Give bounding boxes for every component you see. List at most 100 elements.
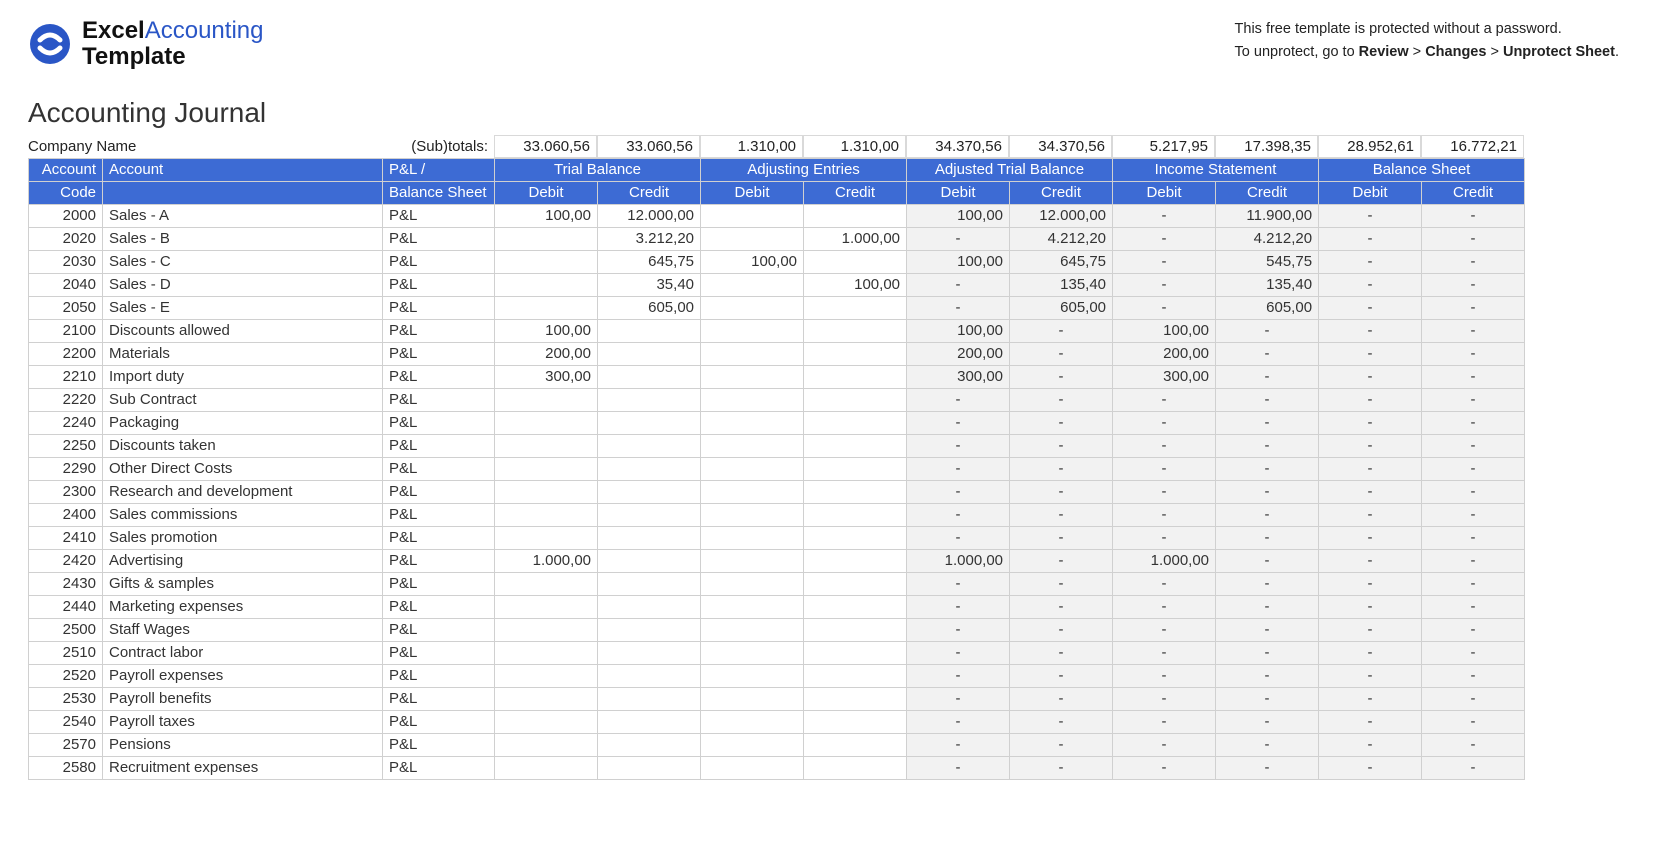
cell[interactable]: - (1216, 480, 1319, 503)
cell[interactable]: Advertising (103, 549, 383, 572)
cell[interactable] (804, 480, 907, 503)
cell[interactable] (495, 480, 598, 503)
cell[interactable]: - (1216, 319, 1319, 342)
cell[interactable]: 2430 (29, 572, 103, 595)
cell[interactable] (701, 618, 804, 641)
cell[interactable]: - (1422, 457, 1525, 480)
cell[interactable]: - (1010, 687, 1113, 710)
cell[interactable]: - (1010, 618, 1113, 641)
cell[interactable]: 645,75 (1010, 250, 1113, 273)
cell[interactable]: - (1113, 388, 1216, 411)
cell[interactable]: 2520 (29, 664, 103, 687)
cell[interactable]: - (1216, 756, 1319, 779)
cell[interactable]: - (1113, 733, 1216, 756)
cell[interactable]: 100,00 (907, 250, 1010, 273)
cell[interactable]: - (1010, 319, 1113, 342)
cell[interactable]: - (1422, 411, 1525, 434)
cell[interactable] (701, 526, 804, 549)
cell[interactable] (701, 595, 804, 618)
cell[interactable]: - (1422, 756, 1525, 779)
cell[interactable]: - (1113, 457, 1216, 480)
cell[interactable]: 2290 (29, 457, 103, 480)
cell[interactable] (495, 595, 598, 618)
cell[interactable]: P&L (383, 595, 495, 618)
cell[interactable] (598, 572, 701, 595)
cell[interactable]: 135,40 (1010, 273, 1113, 296)
cell[interactable]: 2530 (29, 687, 103, 710)
cell[interactable]: Contract labor (103, 641, 383, 664)
cell[interactable]: - (1113, 710, 1216, 733)
cell[interactable]: - (1319, 756, 1422, 779)
cell[interactable]: - (1319, 365, 1422, 388)
cell[interactable]: P&L (383, 733, 495, 756)
cell[interactable]: Sub Contract (103, 388, 383, 411)
cell[interactable]: - (1010, 457, 1113, 480)
cell[interactable]: 2500 (29, 618, 103, 641)
cell[interactable]: - (1010, 641, 1113, 664)
cell[interactable]: 2540 (29, 710, 103, 733)
cell[interactable]: 1.000,00 (907, 549, 1010, 572)
cell[interactable] (598, 526, 701, 549)
cell[interactable] (804, 664, 907, 687)
cell[interactable] (598, 365, 701, 388)
cell[interactable] (701, 572, 804, 595)
cell[interactable]: - (1422, 204, 1525, 227)
cell[interactable] (701, 434, 804, 457)
cell[interactable] (598, 641, 701, 664)
cell[interactable]: 1.000,00 (1113, 549, 1216, 572)
cell[interactable]: - (1216, 687, 1319, 710)
cell[interactable] (598, 664, 701, 687)
cell[interactable]: - (1010, 756, 1113, 779)
cell[interactable] (598, 710, 701, 733)
cell[interactable]: 545,75 (1216, 250, 1319, 273)
cell[interactable]: 2000 (29, 204, 103, 227)
cell[interactable]: - (1010, 365, 1113, 388)
cell[interactable]: 645,75 (598, 250, 701, 273)
cell[interactable]: - (907, 296, 1010, 319)
cell[interactable]: Research and development (103, 480, 383, 503)
cell[interactable]: 3.212,20 (598, 227, 701, 250)
cell[interactable]: - (1216, 595, 1319, 618)
cell[interactable] (495, 411, 598, 434)
cell[interactable]: - (1216, 618, 1319, 641)
cell[interactable]: - (1113, 434, 1216, 457)
cell[interactable] (701, 480, 804, 503)
cell[interactable]: - (907, 756, 1010, 779)
cell[interactable]: - (1216, 549, 1319, 572)
cell[interactable]: - (907, 457, 1010, 480)
cell[interactable]: Recruitment expenses (103, 756, 383, 779)
cell[interactable]: - (1010, 572, 1113, 595)
cell[interactable] (598, 733, 701, 756)
cell[interactable]: P&L (383, 342, 495, 365)
cell[interactable]: - (1216, 411, 1319, 434)
cell[interactable] (804, 365, 907, 388)
cell[interactable]: - (1319, 618, 1422, 641)
cell[interactable]: Materials (103, 342, 383, 365)
cell[interactable]: 4.212,20 (1216, 227, 1319, 250)
cell[interactable]: 12.000,00 (1010, 204, 1113, 227)
cell[interactable] (804, 250, 907, 273)
cell[interactable]: 605,00 (1216, 296, 1319, 319)
cell[interactable] (804, 756, 907, 779)
cell[interactable] (804, 296, 907, 319)
cell[interactable]: - (1216, 365, 1319, 388)
cell[interactable]: 12.000,00 (598, 204, 701, 227)
cell[interactable]: - (1319, 664, 1422, 687)
cell[interactable]: - (1319, 434, 1422, 457)
cell[interactable]: 605,00 (598, 296, 701, 319)
cell[interactable]: - (1422, 503, 1525, 526)
cell[interactable]: - (1010, 733, 1113, 756)
cell[interactable]: - (907, 595, 1010, 618)
cell[interactable]: - (1319, 411, 1422, 434)
cell[interactable]: 2300 (29, 480, 103, 503)
cell[interactable]: 2570 (29, 733, 103, 756)
cell[interactable]: 100,00 (495, 204, 598, 227)
cell[interactable]: - (1010, 503, 1113, 526)
cell[interactable]: - (1422, 733, 1525, 756)
cell[interactable]: 300,00 (1113, 365, 1216, 388)
cell[interactable]: - (1216, 572, 1319, 595)
cell[interactable]: - (907, 641, 1010, 664)
cell[interactable]: - (1113, 595, 1216, 618)
cell[interactable]: P&L (383, 480, 495, 503)
cell[interactable] (804, 641, 907, 664)
